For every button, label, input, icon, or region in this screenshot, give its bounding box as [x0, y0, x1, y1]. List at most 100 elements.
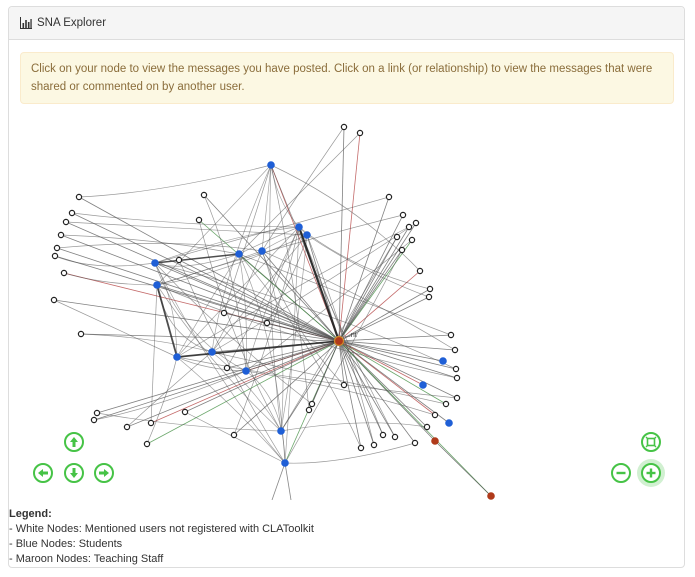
- blue-node[interactable]: [267, 161, 275, 169]
- white-node[interactable]: [423, 423, 431, 431]
- white-node[interactable]: [75, 193, 83, 201]
- white-node[interactable]: [431, 411, 439, 419]
- blue-node[interactable]: [303, 231, 311, 239]
- zoom-in-button[interactable]: [641, 463, 661, 483]
- blue-node[interactable]: [235, 250, 243, 258]
- white-node[interactable]: [453, 394, 461, 402]
- white-node[interactable]: [391, 433, 399, 441]
- graph-edge[interactable]: [78, 164, 272, 198]
- white-node[interactable]: [411, 439, 419, 447]
- blue-node[interactable]: [277, 427, 285, 435]
- graph-edge[interactable]: [146, 356, 178, 445]
- blue-node[interactable]: [173, 353, 181, 361]
- white-node[interactable]: [405, 223, 413, 231]
- blue-node[interactable]: [151, 259, 159, 267]
- white-node[interactable]: [62, 218, 70, 226]
- white-node[interactable]: [51, 252, 59, 260]
- maroon-node[interactable]: [487, 492, 495, 500]
- graph-edge[interactable]: [284, 442, 416, 464]
- graph-edge[interactable]: [65, 221, 308, 236]
- legend-item-white-nodes: - White Nodes: Mentioned users not regis…: [9, 523, 314, 535]
- white-node[interactable]: [385, 193, 393, 201]
- white-node[interactable]: [398, 246, 406, 254]
- blue-node[interactable]: [153, 281, 161, 289]
- white-node[interactable]: [57, 231, 65, 239]
- graph-edge[interactable]: [270, 164, 421, 272]
- white-node[interactable]: [223, 364, 231, 372]
- graph-edge[interactable]: [154, 196, 390, 264]
- white-node[interactable]: [425, 293, 433, 301]
- graph-edge[interactable]: [338, 340, 447, 405]
- white-node[interactable]: [60, 269, 68, 277]
- white-node[interactable]: [123, 423, 131, 431]
- pan-right-button[interactable]: [94, 463, 114, 483]
- white-node[interactable]: [340, 381, 348, 389]
- plus-icon: [646, 468, 656, 478]
- hub-node[interactable]: [333, 335, 345, 347]
- blue-node[interactable]: [242, 367, 250, 375]
- graph-edge[interactable]: [306, 234, 430, 298]
- white-node[interactable]: [412, 219, 420, 227]
- white-node[interactable]: [200, 191, 208, 199]
- graph-edge[interactable]: [338, 126, 345, 342]
- white-node[interactable]: [181, 408, 189, 416]
- maroon-node[interactable]: [431, 437, 439, 445]
- white-node[interactable]: [93, 409, 101, 417]
- graph-edge[interactable]: [65, 221, 340, 342]
- white-node[interactable]: [453, 374, 461, 382]
- graph-edge[interactable]: [338, 340, 444, 362]
- white-node[interactable]: [357, 444, 365, 452]
- graph-edge[interactable]: [434, 440, 492, 497]
- white-node[interactable]: [408, 236, 416, 244]
- white-node[interactable]: [230, 431, 238, 439]
- white-node[interactable]: [340, 123, 348, 131]
- white-node[interactable]: [451, 346, 459, 354]
- white-node[interactable]: [68, 209, 76, 217]
- white-node[interactable]: [175, 256, 183, 264]
- white-node[interactable]: [195, 216, 203, 224]
- white-node[interactable]: [379, 431, 387, 439]
- graph-edge[interactable]: [223, 164, 272, 314]
- white-node[interactable]: [393, 233, 401, 241]
- white-node[interactable]: [77, 330, 85, 338]
- white-node[interactable]: [399, 211, 407, 219]
- white-node[interactable]: [147, 419, 155, 427]
- graph-edge[interactable]: [233, 340, 340, 436]
- white-node[interactable]: [447, 331, 455, 339]
- pan-up-button[interactable]: [64, 432, 84, 452]
- blue-node[interactable]: [439, 357, 447, 365]
- white-node[interactable]: [53, 244, 61, 252]
- white-node[interactable]: [50, 296, 58, 304]
- graph-edge[interactable]: [338, 340, 492, 497]
- graph-edge[interactable]: [284, 462, 292, 500]
- white-node[interactable]: [143, 440, 151, 448]
- graph-edge[interactable]: [271, 462, 286, 500]
- white-node[interactable]: [220, 309, 228, 317]
- graph-edge[interactable]: [56, 243, 263, 252]
- blue-node[interactable]: [258, 247, 266, 255]
- zoom-out-button[interactable]: [611, 463, 631, 483]
- white-node[interactable]: [305, 406, 313, 414]
- white-node[interactable]: [452, 365, 460, 373]
- white-node[interactable]: [263, 319, 271, 327]
- blue-node[interactable]: [295, 223, 303, 231]
- zoom-extent-button[interactable]: [641, 432, 661, 452]
- white-node[interactable]: [356, 129, 364, 137]
- network-graph[interactable]: ...nt: [9, 115, 686, 500]
- graph-edge[interactable]: [63, 272, 158, 286]
- graph-edge[interactable]: [261, 126, 345, 252]
- white-node[interactable]: [442, 400, 450, 408]
- blue-node[interactable]: [281, 459, 289, 467]
- pan-left-button[interactable]: [33, 463, 53, 483]
- white-node[interactable]: [370, 441, 378, 449]
- white-node[interactable]: [426, 285, 434, 293]
- pan-down-button[interactable]: [64, 463, 84, 483]
- blue-node[interactable]: [208, 348, 216, 356]
- white-node[interactable]: [308, 400, 316, 408]
- blue-node[interactable]: [445, 419, 453, 427]
- blue-node[interactable]: [419, 381, 427, 389]
- graph-edge[interactable]: [54, 255, 156, 267]
- white-node[interactable]: [416, 267, 424, 275]
- arrow-left-icon: [38, 469, 48, 477]
- white-node[interactable]: [90, 416, 98, 424]
